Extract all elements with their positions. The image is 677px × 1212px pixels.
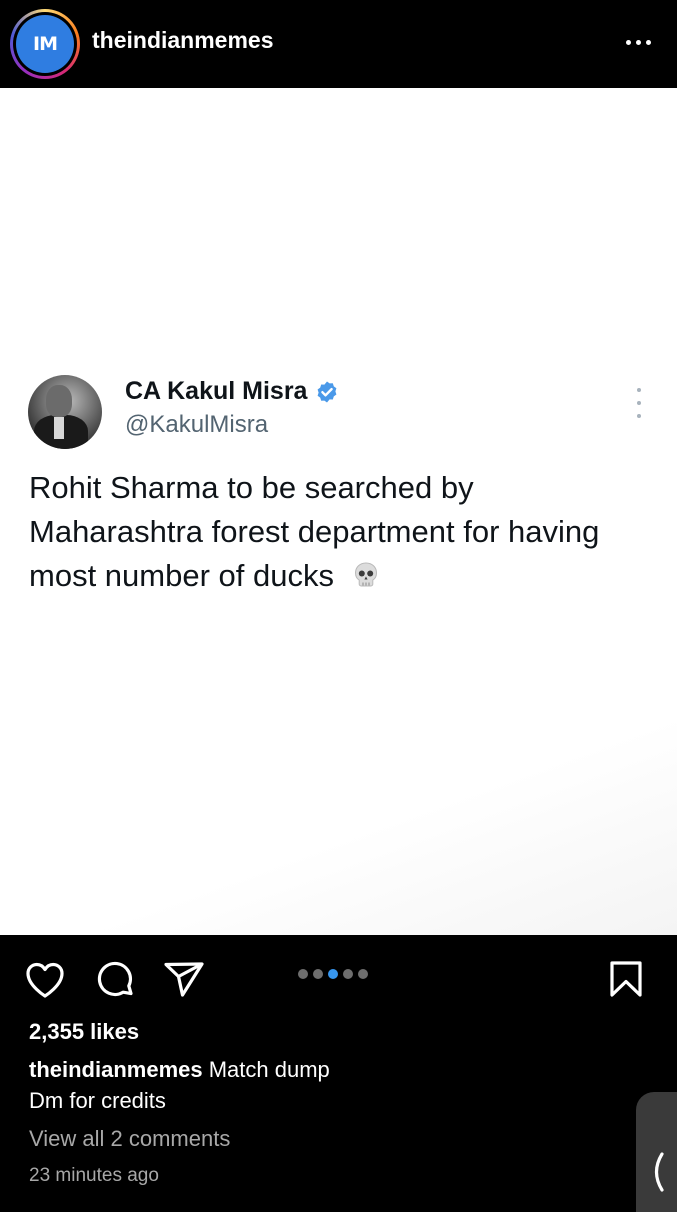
likes-count[interactable]: 2,355 likes	[29, 1019, 139, 1045]
carousel-indicator	[298, 969, 368, 979]
caption-line-1: Match dump	[208, 1057, 330, 1082]
tweet-body: Rohit Sharma to be searched by Maharasht…	[29, 470, 600, 593]
post-timestamp: 23 minutes ago	[29, 1165, 159, 1186]
heart-icon[interactable]	[24, 960, 66, 1000]
carousel-dot	[343, 969, 353, 979]
tweet-author-avatar	[28, 375, 102, 449]
post-image[interactable]: CA Kakul Misra @KakulMisra Rohit Sharma …	[0, 88, 677, 935]
tweet-display-name: CA Kakul Misra	[125, 377, 308, 405]
tweet-text: Rohit Sharma to be searched by Maharasht…	[29, 466, 649, 598]
tweet-author-handle: @KakulMisra	[125, 411, 269, 438]
carousel-dot	[313, 969, 323, 979]
paper-plane-icon[interactable]	[162, 960, 206, 1000]
carousel-dot-active	[328, 969, 338, 979]
story-ring[interactable]: IM	[10, 9, 80, 79]
bookmark-icon[interactable]	[608, 959, 644, 999]
carousel-dot	[298, 969, 308, 979]
post-header: IM theindianmemes	[0, 0, 677, 88]
carousel-dot	[358, 969, 368, 979]
verified-badge-icon	[318, 381, 337, 402]
tweet-author-name: CA Kakul Misra	[125, 377, 339, 406]
chevron-left-icon[interactable]	[646, 1150, 668, 1194]
account-username[interactable]: theindianmemes	[92, 27, 274, 54]
ellipsis-vertical-icon	[632, 388, 646, 418]
caption-line-2: Dm for credits	[29, 1088, 166, 1113]
skull-emoji-icon	[354, 562, 377, 587]
ellipsis-horizontal-icon[interactable]	[620, 34, 656, 50]
speech-bubble-icon[interactable]	[96, 960, 136, 1000]
account-avatar[interactable]: IM	[16, 15, 74, 73]
view-comments-link[interactable]: View all 2 comments	[29, 1126, 230, 1152]
post-action-bar	[0, 935, 677, 1025]
caption-username[interactable]: theindianmemes	[29, 1057, 203, 1082]
post-caption: theindianmemes Match dump Dm for credits	[29, 1054, 629, 1116]
